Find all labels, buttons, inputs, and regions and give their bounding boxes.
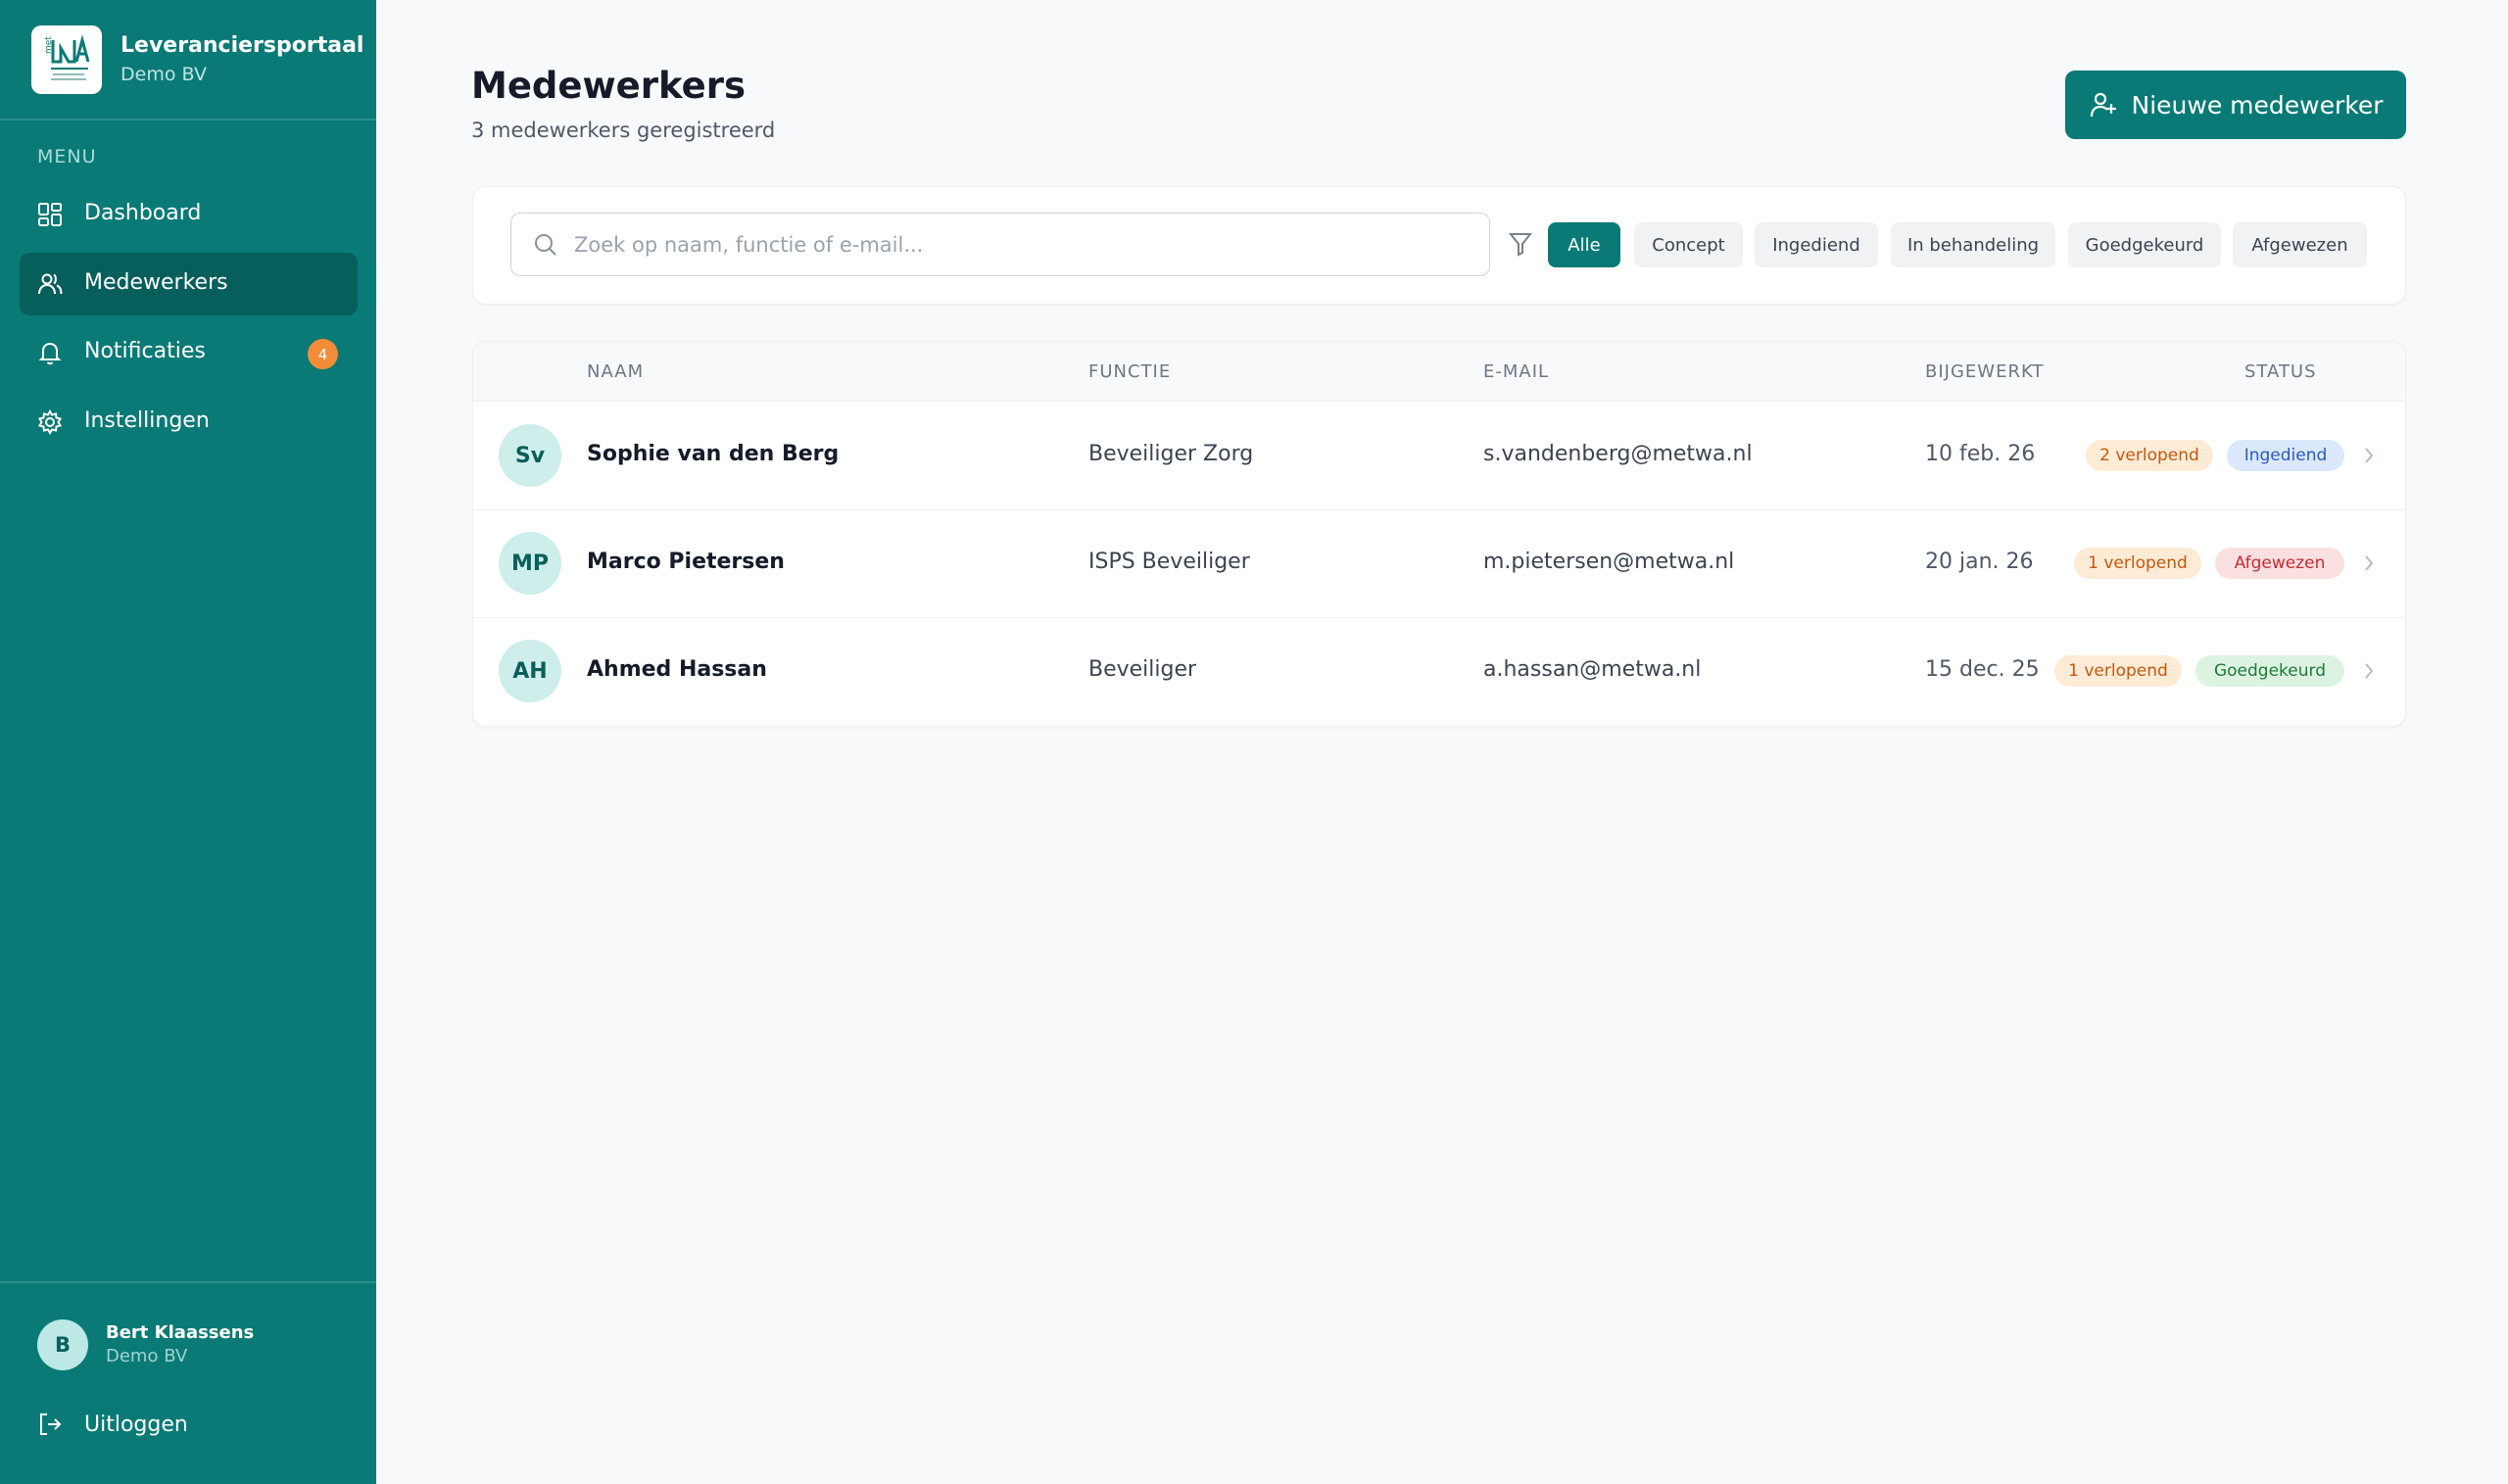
company-logo: met [31,25,102,94]
avatar: AH [499,640,561,702]
add-user-icon [2090,92,2116,118]
column-header-status: STATUS [2244,361,2317,382]
column-header-email: E-MAIL [1483,361,1550,382]
column-header-functie: FUNCTIE [1088,361,1172,382]
status-badge: Goedgekeurd [2195,655,2344,687]
sidebar-item-instellingen[interactable]: Instellingen [20,391,358,454]
chevron-right-icon[interactable] [2362,445,2376,466]
chevron-right-icon[interactable] [2362,552,2376,574]
table-row[interactable]: MP Marco Pietersen ISPS Beveiliger m.pie… [473,509,2405,618]
sidebar-item-label: Medewerkers [84,270,228,295]
brand: met Leveranciersportaal Demo BV [31,25,363,94]
status-badge: Ingediend [2227,440,2344,471]
employee-updated: 15 dec. 25 [1925,657,2040,682]
filter-chip-goedgekeurd[interactable]: Goedgekeurd [2068,222,2221,267]
menu-label: MENU [37,146,97,168]
expiring-badge: 1 verlopend [2054,655,2182,687]
dashboard-icon [37,202,63,227]
sidebar: met Leveranciersportaal Demo BV MENU Das… [0,0,376,1484]
chevron-right-icon[interactable] [2362,660,2376,682]
employee-name: Ahmed Hassan [587,657,767,682]
employee-updated: 10 feb. 26 [1925,442,2036,466]
sidebar-item-notificaties[interactable]: Notificaties 4 [20,321,358,384]
sidebar-item-label: Dashboard [84,201,202,225]
column-header-bijgewerkt: BIJGEWERKT [1925,361,2045,382]
employee-name: Sophie van den Berg [587,442,840,466]
filter-chip-ingediend[interactable]: Ingediend [1755,222,1878,267]
employee-email: s.vandenberg@metwa.nl [1483,442,1753,466]
search-input[interactable] [572,231,1458,258]
brand-title: Leveranciersportaal [121,33,364,58]
sidebar-item-label: Instellingen [84,408,210,433]
employee-name: Marco Pietersen [587,550,785,574]
avatar: Sv [499,424,561,487]
sidebar-item-label: Notificaties [84,339,206,363]
page-title: Medewerkers [471,65,746,107]
filter-chip-afgewezen[interactable]: Afgewezen [2233,222,2367,267]
employee-updated: 20 jan. 26 [1925,550,2034,574]
notification-count-badge: 4 [308,339,338,369]
user-org: Demo BV [106,1346,188,1366]
employee-email: m.pietersen@metwa.nl [1483,550,1735,574]
logout-button[interactable]: Uitloggen [37,1412,188,1437]
table-header: NAAM FUNCTIE E-MAIL BIJGEWERKT STATUS [473,342,2405,402]
avatar: MP [499,532,561,595]
logout-label: Uitloggen [84,1412,188,1437]
table-row[interactable]: AH Ahmed Hassan Beveiliger a.hassan@metw… [473,617,2405,725]
expiring-badge: 2 verlopend [2086,440,2213,471]
employees-table: NAAM FUNCTIE E-MAIL BIJGEWERKT STATUS Sv… [472,341,2406,727]
employee-function: ISPS Beveiliger [1088,550,1250,574]
brand-subtitle: Demo BV [121,64,207,85]
employee-email: a.hassan@metwa.nl [1483,657,1702,682]
gear-icon [37,408,63,436]
search-icon [535,233,556,256]
filter-chip-concept[interactable]: Concept [1634,222,1743,267]
sidebar-item-medewerkers[interactable]: Medewerkers [20,253,358,315]
filter-icon[interactable] [1509,231,1532,257]
new-employee-label: Nieuwe medewerker [2131,90,2384,120]
filter-chip-alle[interactable]: Alle [1548,222,1620,267]
sidebar-divider [0,1281,376,1283]
employee-function: Beveiliger Zorg [1088,442,1254,466]
sidebar-divider [0,119,376,120]
user-profile[interactable]: B Bert Klaassens Demo BV [37,1319,254,1370]
column-header-naam: NAAM [587,361,645,382]
logout-icon [40,1413,62,1435]
expiring-badge: 1 verlopend [2074,548,2201,579]
filter-bar: Alle Concept Ingediend In behandeling Go… [472,186,2406,305]
employee-function: Beveiliger [1088,657,1197,682]
users-icon [37,271,63,297]
bell-icon [37,340,63,365]
status-badge: Afgewezen [2215,548,2344,579]
new-employee-button[interactable]: Nieuwe medewerker [2065,71,2406,139]
page-subtitle: 3 medewerkers geregistreerd [471,119,776,142]
user-name: Bert Klaassens [106,1322,255,1343]
search-box[interactable] [510,213,1490,276]
filter-chip-in-behandeling[interactable]: In behandeling [1891,222,2055,267]
avatar: B [37,1319,88,1370]
sidebar-item-dashboard[interactable]: Dashboard [20,183,358,246]
table-row[interactable]: Sv Sophie van den Berg Beveiliger Zorg s… [473,402,2405,510]
